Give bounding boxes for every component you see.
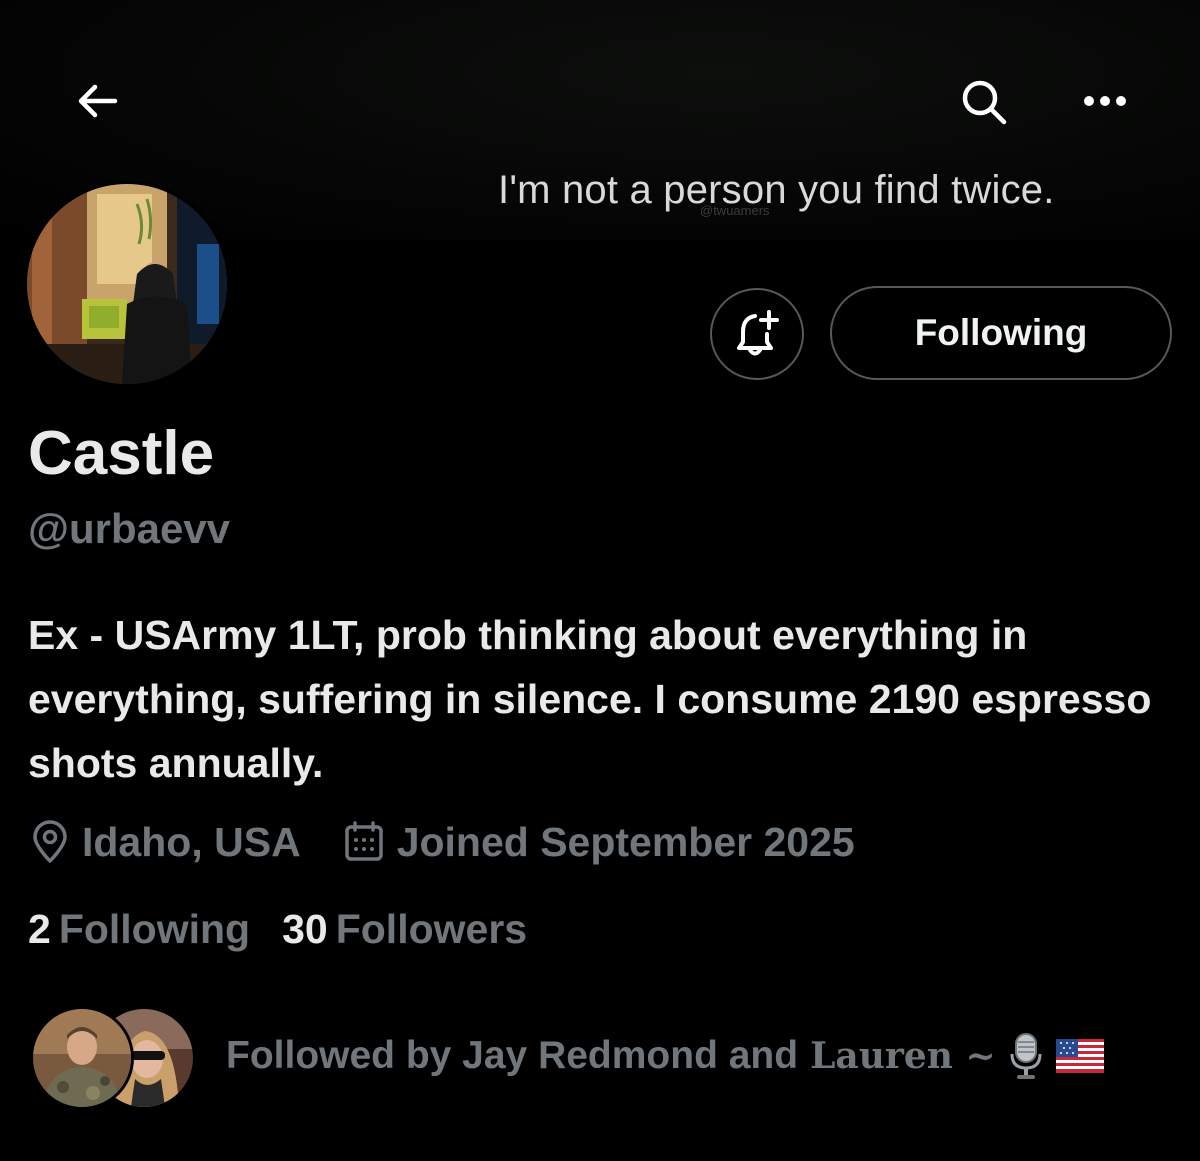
followed-by-prefix: Followed by Jay Redmond and xyxy=(226,1034,799,1077)
search-icon xyxy=(962,80,1007,125)
avatar-photo xyxy=(27,184,227,384)
display-name: Castle xyxy=(28,419,215,488)
followers-label: Followers xyxy=(335,905,528,952)
banner-watermark: @twuamers xyxy=(700,203,770,218)
more-options-button[interactable] xyxy=(1070,66,1140,136)
following-count-link[interactable]: 2 Following xyxy=(28,906,250,953)
notifications-button[interactable] xyxy=(710,288,804,380)
location-pin-icon xyxy=(33,820,67,863)
profile-meta: Idaho, USA Joined September 2025 xyxy=(30,812,855,872)
us-flag-icon xyxy=(1055,1039,1104,1073)
bell-plus-icon xyxy=(737,310,779,356)
followed-by-text[interactable]: Followed by Jay Redmond and Lauren ~ xyxy=(226,1028,1104,1084)
followers-count: 30 xyxy=(282,905,328,952)
user-handle: @urbaevv xyxy=(28,505,231,552)
banner-caption: I'm not a person you find twice. xyxy=(498,168,1055,212)
follow-stats: 2 Following 30 Followers xyxy=(28,900,527,958)
calendar-icon xyxy=(344,821,383,861)
search-button[interactable] xyxy=(948,66,1020,138)
following-count: 2 xyxy=(28,905,51,952)
followers-you-know-avatars[interactable] xyxy=(30,1006,200,1112)
following-button[interactable]: Following xyxy=(830,286,1172,380)
join-date: Joined September 2025 xyxy=(343,819,855,866)
followers-count-link[interactable]: 30 Followers xyxy=(282,906,527,953)
followed-by-name: Lauren ~ xyxy=(810,1035,996,1077)
arrow-left-icon xyxy=(78,84,118,118)
profile-bio: Ex - USArmy 1LT, prob thinking about eve… xyxy=(28,612,1152,786)
microphone-icon xyxy=(1006,1032,1046,1080)
location-text: Idaho, USA xyxy=(82,818,301,865)
avatar-photo xyxy=(33,1009,131,1107)
join-date-text: Joined September 2025 xyxy=(396,818,855,865)
more-horizontal-icon xyxy=(1084,96,1126,106)
location: Idaho, USA xyxy=(30,819,301,866)
follower-avatar-jay-redmond xyxy=(30,1006,134,1110)
following-label: Following xyxy=(58,905,251,952)
profile-avatar[interactable] xyxy=(24,181,230,387)
back-button[interactable] xyxy=(62,66,132,136)
